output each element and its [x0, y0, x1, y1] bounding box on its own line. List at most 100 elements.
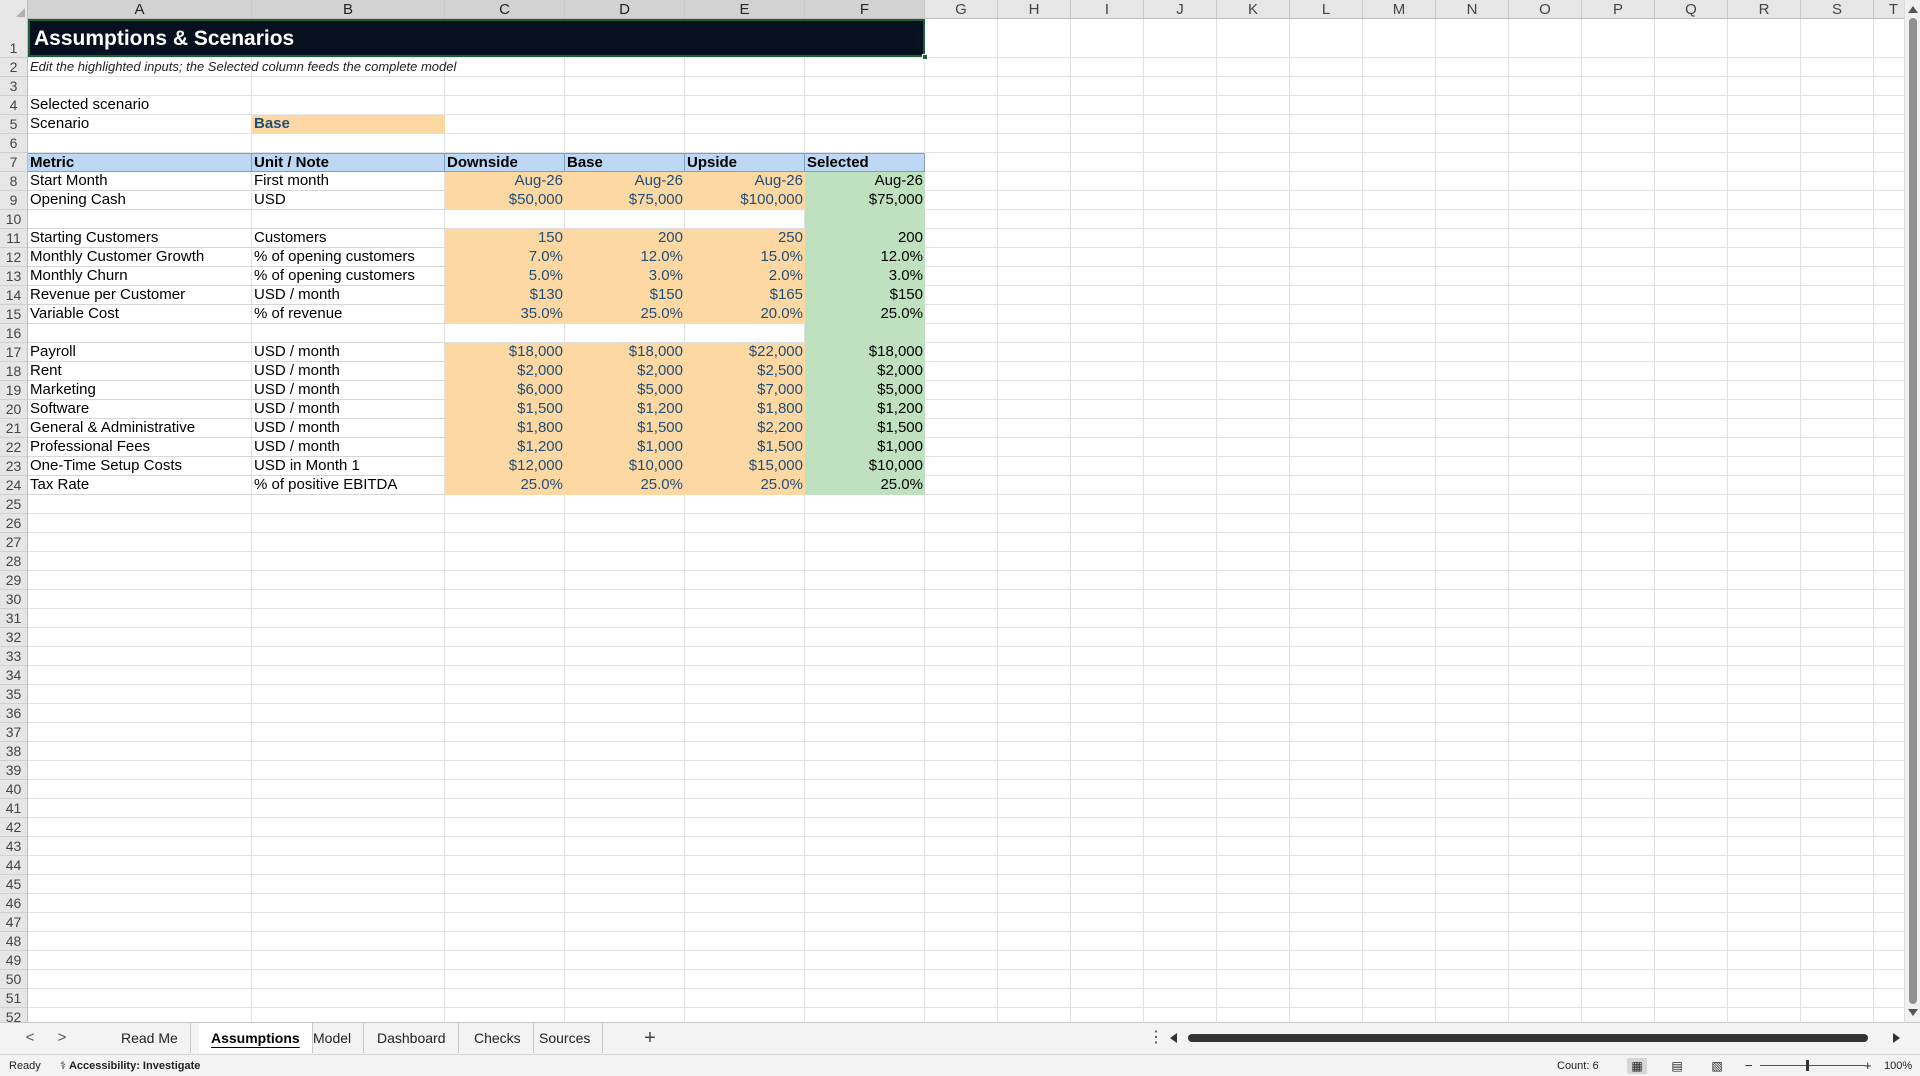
row-header-20[interactable]: 20 [0, 400, 27, 419]
downside-input-cell[interactable]: 150 [445, 229, 565, 248]
upside-input-cell[interactable] [685, 324, 805, 343]
row-header-41[interactable]: 41 [0, 799, 27, 818]
upside-input-cell[interactable]: $100,000 [685, 191, 805, 210]
selector-empty-cell[interactable] [252, 96, 445, 115]
downside-input-cell[interactable]: 5.0% [445, 267, 565, 286]
scroll-up-icon[interactable] [1908, 6, 1918, 13]
row-header-17[interactable]: 17 [0, 343, 27, 362]
row-header-44[interactable]: 44 [0, 856, 27, 875]
base-input-cell[interactable]: $1,500 [565, 419, 685, 438]
row-header-49[interactable]: 49 [0, 951, 27, 970]
row-header-43[interactable]: 43 [0, 837, 27, 856]
downside-input-cell[interactable]: Aug-26 [445, 172, 565, 191]
scenario-input[interactable]: Base [252, 115, 445, 134]
downside-input-cell[interactable]: $2,000 [445, 362, 565, 381]
column-header-j[interactable]: J [1144, 0, 1217, 18]
row-header-21[interactable]: 21 [0, 419, 27, 438]
row-header-46[interactable]: 46 [0, 894, 27, 913]
column-header-b[interactable]: B [252, 0, 445, 18]
downside-input-cell[interactable]: $1,200 [445, 438, 565, 457]
row-header-25[interactable]: 25 [0, 495, 27, 514]
row-header-6[interactable]: 6 [0, 134, 27, 153]
page-break-preview-icon[interactable]: ▧ [1707, 1058, 1727, 1074]
downside-input-cell[interactable]: 7.0% [445, 248, 565, 267]
tab-dashboard[interactable]: Dashboard [365, 1023, 459, 1053]
upside-input-cell[interactable]: 2.0% [685, 267, 805, 286]
row-header-14[interactable]: 14 [0, 286, 27, 305]
row-header-35[interactable]: 35 [0, 685, 27, 704]
row-header-13[interactable]: 13 [0, 267, 27, 286]
row-header-24[interactable]: 24 [0, 476, 27, 495]
downside-input-cell[interactable]: $130 [445, 286, 565, 305]
fill-handle[interactable] [922, 54, 928, 60]
upside-input-cell[interactable]: $22,000 [685, 343, 805, 362]
row-header-2[interactable]: 2 [0, 58, 27, 77]
column-header-r[interactable]: R [1728, 0, 1801, 18]
row-header-32[interactable]: 32 [0, 628, 27, 647]
tab-options-icon[interactable]: ⋮ [1148, 1023, 1164, 1053]
row-header-3[interactable]: 3 [0, 77, 27, 96]
tab-checks[interactable]: Checks [462, 1023, 534, 1053]
zoom-level[interactable]: 100% [1884, 1055, 1912, 1076]
column-header-l[interactable]: L [1290, 0, 1363, 18]
tab-read-me[interactable]: Read Me [109, 1023, 191, 1053]
row-header-23[interactable]: 23 [0, 457, 27, 476]
downside-input-cell[interactable]: $18,000 [445, 343, 565, 362]
upside-input-cell[interactable]: $1,800 [685, 400, 805, 419]
upside-input-cell[interactable]: Aug-26 [685, 172, 805, 191]
base-input-cell[interactable]: $2,000 [565, 362, 685, 381]
row-header-4[interactable]: 4 [0, 96, 27, 115]
row-header-30[interactable]: 30 [0, 590, 27, 609]
downside-input-cell[interactable]: $1,500 [445, 400, 565, 419]
row-header-48[interactable]: 48 [0, 932, 27, 951]
row-header-11[interactable]: 11 [0, 229, 27, 248]
row-header-8[interactable]: 8 [0, 172, 27, 191]
row-header-9[interactable]: 9 [0, 191, 27, 210]
row-header-16[interactable]: 16 [0, 324, 27, 343]
row-header-36[interactable]: 36 [0, 704, 27, 723]
zoom-in-button[interactable]: + [1864, 1055, 1872, 1076]
downside-input-cell[interactable]: 35.0% [445, 305, 565, 324]
scroll-down-icon[interactable] [1908, 1009, 1918, 1016]
row-header-26[interactable]: 26 [0, 514, 27, 533]
row-header-51[interactable]: 51 [0, 989, 27, 1008]
tab-assumptions[interactable]: Assumptions [199, 1023, 313, 1053]
base-input-cell[interactable]: $18,000 [565, 343, 685, 362]
horizontal-scroll-thumb[interactable] [1188, 1034, 1868, 1042]
downside-input-cell[interactable]: $12,000 [445, 457, 565, 476]
upside-input-cell[interactable]: $2,500 [685, 362, 805, 381]
row-header-29[interactable]: 29 [0, 571, 27, 590]
scroll-left-icon[interactable] [1170, 1033, 1177, 1043]
upside-input-cell[interactable]: 250 [685, 229, 805, 248]
downside-input-cell[interactable]: $50,000 [445, 191, 565, 210]
row-header-40[interactable]: 40 [0, 780, 27, 799]
downside-input-cell[interactable] [445, 324, 565, 343]
row-header-18[interactable]: 18 [0, 362, 27, 381]
zoom-out-button[interactable]: − [1745, 1055, 1753, 1076]
base-input-cell[interactable]: $150 [565, 286, 685, 305]
base-input-cell[interactable]: 25.0% [565, 476, 685, 495]
row-header-10[interactable]: 10 [0, 210, 27, 229]
column-header-p[interactable]: P [1582, 0, 1655, 18]
tab-sources[interactable]: Sources [527, 1023, 604, 1053]
column-header-q[interactable]: Q [1655, 0, 1728, 18]
column-header-i[interactable]: I [1071, 0, 1144, 18]
downside-input-cell[interactable]: 25.0% [445, 476, 565, 495]
base-input-cell[interactable]: 3.0% [565, 267, 685, 286]
row-header-47[interactable]: 47 [0, 913, 27, 932]
row-header-42[interactable]: 42 [0, 818, 27, 837]
row-header-45[interactable]: 45 [0, 875, 27, 894]
row-header-37[interactable]: 37 [0, 723, 27, 742]
row-header-19[interactable]: 19 [0, 381, 27, 400]
row-header-50[interactable]: 50 [0, 970, 27, 989]
zoom-slider-thumb[interactable] [1806, 1060, 1809, 1071]
downside-input-cell[interactable]: $1,800 [445, 419, 565, 438]
upside-input-cell[interactable]: 20.0% [685, 305, 805, 324]
row-header-33[interactable]: 33 [0, 647, 27, 666]
worksheet-grid[interactable]: Selected scenario Scenario Base Metric Unit … [28, 19, 1904, 1022]
column-header-t[interactable]: T [1874, 0, 1904, 18]
base-input-cell[interactable]: 200 [565, 229, 685, 248]
row-header-39[interactable]: 39 [0, 761, 27, 780]
base-input-cell[interactable]: $10,000 [565, 457, 685, 476]
upside-input-cell[interactable]: $15,000 [685, 457, 805, 476]
